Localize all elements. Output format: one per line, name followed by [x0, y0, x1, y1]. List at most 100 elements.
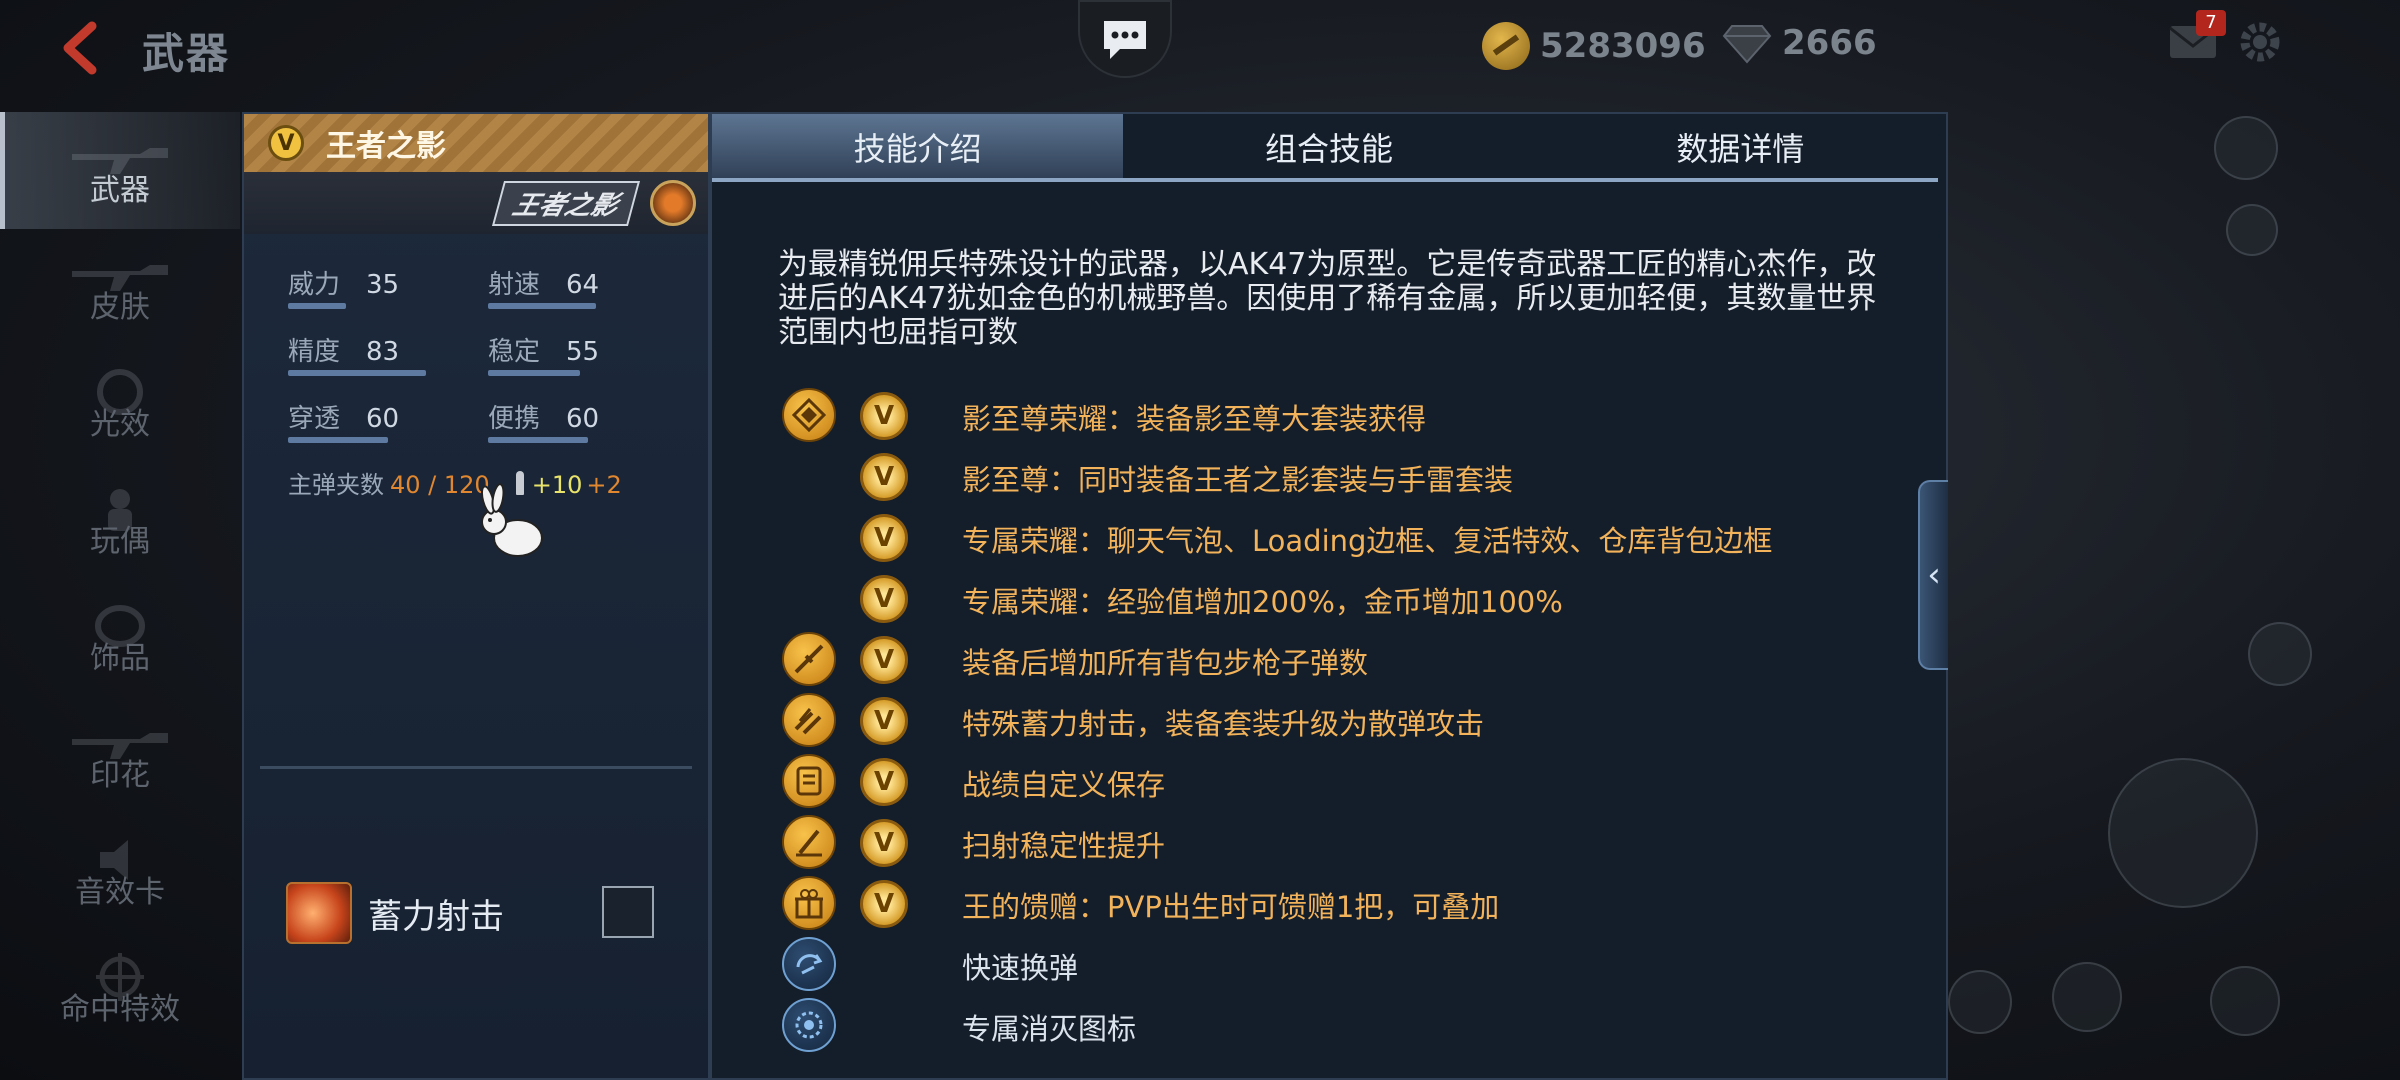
vip-icon: V: [860, 636, 908, 684]
tab-combo-skill[interactable]: 组合技能: [1123, 114, 1534, 180]
vip-icon: V: [268, 125, 304, 161]
charge-shot-icon: [286, 882, 352, 944]
player-mode-icon: [2226, 204, 2278, 256]
vip-icon: V: [860, 514, 908, 562]
divider: [260, 766, 692, 769]
record-save-icon: [782, 754, 836, 808]
list-item: 快速换弹: [782, 935, 1882, 996]
sidebar-item-label: 皮肤: [90, 290, 150, 325]
gold-coin-icon: [1482, 22, 1530, 70]
diamond-amount: 2666: [1782, 23, 1877, 63]
skill-toggle-checkbox[interactable]: [602, 886, 654, 938]
tab-data-details[interactable]: 数据详情: [1535, 114, 1946, 180]
stat-bar: [288, 437, 388, 443]
vip-icon: V: [860, 697, 908, 745]
sidebar-item-label: 武器: [90, 173, 150, 208]
ammo-bonus-extra: +2: [586, 471, 622, 499]
stat-label: 穿透: [288, 404, 341, 434]
list-item: V 王的馈赠：PVP出生时可馈赠1把，可叠加: [782, 874, 1882, 935]
sidebar-item-hit-effect[interactable]: 命中特效: [0, 931, 240, 1048]
chat-button[interactable]: [1078, 0, 1172, 78]
feature-text: 王的馈赠：PVP出生时可馈赠1把，可叠加: [962, 890, 1500, 924]
stat-bar: [488, 303, 596, 309]
feature-text: 快速换弹: [962, 951, 1079, 985]
coin-balance[interactable]: 5283096: [1482, 22, 1706, 70]
collapse-panel-button[interactable]: ‹: [1918, 480, 1948, 670]
feature-text: 专属荣耀：聊天气泡、Loading边框、复活特效、仓库背包边框: [962, 524, 1773, 558]
sidebar-item-sound-card[interactable]: 音效卡: [0, 814, 240, 931]
weapon-description: 为最精锐佣兵特殊设计的武器，以AK47为原型。它是传奇武器工匠的精心杰作，改进后…: [778, 247, 1877, 350]
sidebar-item-label: 印花: [90, 758, 150, 793]
weapon-stats: 威力 35 射速 64 精度 83 稳定 55 穿透 60 便携 60 主弹夹数…: [244, 234, 708, 500]
feature-text: 战绩自定义保存: [962, 768, 1166, 802]
vip-icon: V: [860, 819, 908, 867]
rifle-ammo-icon: [782, 632, 836, 686]
list-item: V 装备后增加所有背包步枪子弹数: [782, 630, 1882, 691]
sidebar-item-doll[interactable]: 玩偶: [0, 463, 240, 580]
stat-label: 精度: [288, 337, 341, 367]
vip-icon: V: [860, 392, 908, 440]
feature-text: 专属荣耀：经验值增加200%，金币增加100%: [962, 585, 1563, 619]
stat-accuracy: 精度 83: [288, 331, 488, 376]
feature-text: 影至尊荣耀：装备影至尊大套装获得: [962, 402, 1427, 436]
stat-label: 射速: [488, 270, 541, 300]
list-item: V 战绩自定义保存: [782, 752, 1882, 813]
feature-list: V 影至尊荣耀：装备影至尊大套装获得 V 影至尊：同时装备王者之影套装与手雷套装…: [782, 386, 1882, 1057]
stat-power: 威力 35: [288, 264, 488, 309]
stability-icon: [782, 815, 836, 869]
sidebar-item-light-effect[interactable]: 光效: [0, 346, 240, 463]
stat-value: 60: [566, 404, 600, 434]
top-bar: 武器 5283096 2666 7: [0, 0, 2400, 95]
swap-icon: [2052, 962, 2122, 1032]
list-item: 专属消灭图标: [782, 996, 1882, 1057]
ammo-label: 主弹夹数: [288, 471, 384, 499]
mail-count-badge: 7: [2196, 10, 2226, 36]
sidebar-item-label: 命中特效: [60, 992, 180, 1027]
stat-value: 55: [566, 337, 600, 367]
chat-bubble-icon: [1104, 21, 1146, 59]
stat-label: 稳定: [488, 337, 541, 367]
stat-fire-rate: 射速 64: [488, 264, 688, 309]
stat-portability: 便携 60: [488, 398, 688, 443]
kill-icon: [782, 998, 836, 1052]
detail-panel: 技能介绍 组合技能 数据详情 为最精锐佣兵特殊设计的武器，以AK47为原型。它是…: [710, 112, 1948, 1080]
charge-shot-icon: [782, 693, 836, 747]
gear-icon[interactable]: [2236, 18, 2284, 66]
quick-reload-icon: [782, 937, 836, 991]
back-button[interactable]: [52, 18, 112, 78]
stat-bar: [488, 370, 580, 376]
rabbit-cursor-icon: [480, 483, 543, 557]
skill-charge-shot[interactable]: 蓄力射击: [286, 882, 504, 944]
fire-button-icon: [2108, 758, 2258, 908]
list-item: V 特殊蓄力射击，装备套装升级为散弹攻击: [782, 691, 1882, 752]
list-item: V 影至尊荣耀：装备影至尊大套装获得: [782, 386, 1882, 447]
diamond-icon: [1722, 25, 1772, 64]
pistol-icon: [2210, 966, 2280, 1036]
vip-icon: V: [860, 758, 908, 806]
feature-text: 装备后增加所有背包步枪子弹数: [962, 646, 1369, 680]
sidebar-item-decal[interactable]: 印花: [0, 697, 240, 814]
weapon-info-panel: V 王者之影 王者之影 威力 35 射速 64 精度 83 稳定 55 穿透 6…: [242, 112, 710, 1080]
list-item: V 影至尊：同时装备王者之影套装与手雷套装: [782, 447, 1882, 508]
stat-penetration: 穿透 60: [288, 398, 488, 443]
skill-name: 蓄力射击: [368, 896, 504, 937]
sidebar-item-weapon[interactable]: 武器: [0, 112, 240, 229]
diamond-balance[interactable]: 2666: [1722, 22, 1877, 64]
honor-icon: [782, 388, 836, 442]
stat-label: 便携: [488, 404, 541, 434]
stat-bar: [488, 437, 588, 443]
gift-icon: [782, 876, 836, 930]
back-arrow-icon: [63, 21, 97, 75]
sidebar-item-skin[interactable]: 皮肤: [0, 229, 240, 346]
sidebar-item-accessory[interactable]: 饰品: [0, 580, 240, 697]
feature-text: 特殊蓄力射击，装备套装升级为散弹攻击: [962, 707, 1485, 741]
category-sidebar: 武器 皮肤 光效 玩偶 饰品 印花 音效卡 命中特效: [0, 112, 240, 1048]
tab-skill-intro[interactable]: 技能介绍: [712, 114, 1124, 180]
gamepad-icon: [2214, 116, 2278, 180]
medal-icon[interactable]: [650, 180, 696, 226]
vip-icon: V: [860, 880, 908, 928]
feature-text: 影至尊：同时装备王者之影套装与手雷套装: [962, 463, 1514, 497]
stat-bar: [288, 370, 426, 376]
weapon-logo: 王者之影: [491, 180, 641, 226]
stat-value: 35: [366, 270, 400, 300]
